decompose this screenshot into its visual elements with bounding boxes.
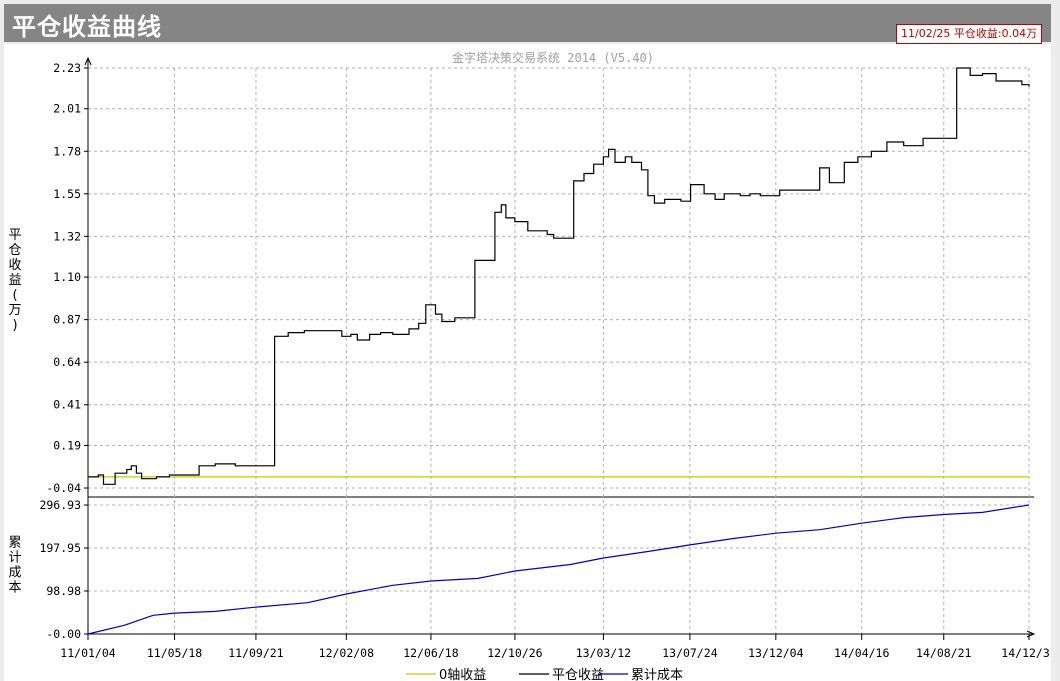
x-tick-label: 11/01/04 (60, 646, 115, 660)
legend-label: 累计成本 (631, 668, 683, 681)
y-tick-label: 0.87 (53, 313, 81, 327)
x-tick-label: 12/02/08 (319, 646, 374, 660)
cost-y-tick-label: -0.00 (46, 627, 81, 641)
x-tick-label: 13/12/04 (748, 646, 803, 660)
cost-line (87, 504, 1030, 635)
y-tick-label: 1.10 (53, 270, 81, 284)
legend-label: 0轴收益 (439, 668, 486, 681)
y-tick-label: -0.04 (46, 481, 81, 495)
cost-axis-label: 累计成本 (8, 536, 21, 596)
page-title: 平仓收益曲线 (12, 12, 162, 41)
chart-title: 金字塔决策交易系统 2014 (V5.40) (452, 50, 654, 65)
cost-y-tick-label: 296.93 (39, 498, 81, 512)
y-tick-label: 0.19 (53, 438, 81, 452)
y-tick-label: 1.78 (53, 144, 81, 158)
chart-canvas: 金字塔决策交易系统 2014 (V5.40) 11/01/04 11/05/18 11… (8, 50, 1051, 681)
x-tick-label: 12/10/26 (487, 646, 542, 660)
y-tick-label: 1.32 (53, 229, 81, 243)
cost-y-tick-label: 98.98 (46, 584, 81, 598)
chart-panel: 金字塔决策交易系统 2014 (V5.40) 11/01/04 11/05/18 11… (4, 44, 1051, 681)
x-tick-label: 11/09/21 (228, 646, 283, 660)
y-tick-label: 2.01 (53, 102, 81, 116)
x-tick-label: 13/03/12 (576, 646, 631, 660)
y-tick-label: 1.55 (53, 187, 81, 201)
x-tick-label: 11/05/18 (147, 646, 202, 660)
x-tick-label: 14/04/16 (834, 646, 889, 660)
y-tick-label: 2.23 (53, 61, 81, 75)
cost-y-tick-label: 197.95 (39, 541, 81, 555)
x-tick-label: 14/12/31 (1001, 646, 1051, 660)
profit-line (88, 67, 1030, 485)
y-tick-label: 0.41 (53, 398, 81, 412)
x-tick-label: 14/08/21 (916, 646, 971, 660)
legend-label: 平仓收益 (552, 668, 604, 681)
status-readout: 11/02/25 平仓收益:0.04万 (896, 24, 1043, 44)
x-tick-label: 13/07/24 (662, 646, 717, 660)
y-tick-label: 0.64 (53, 355, 81, 369)
y-axis-label: 平仓收益(万) (8, 228, 21, 333)
title-bar: 平仓收益曲线 (4, 4, 1051, 42)
x-tick-label: 12/06/18 (403, 646, 458, 660)
